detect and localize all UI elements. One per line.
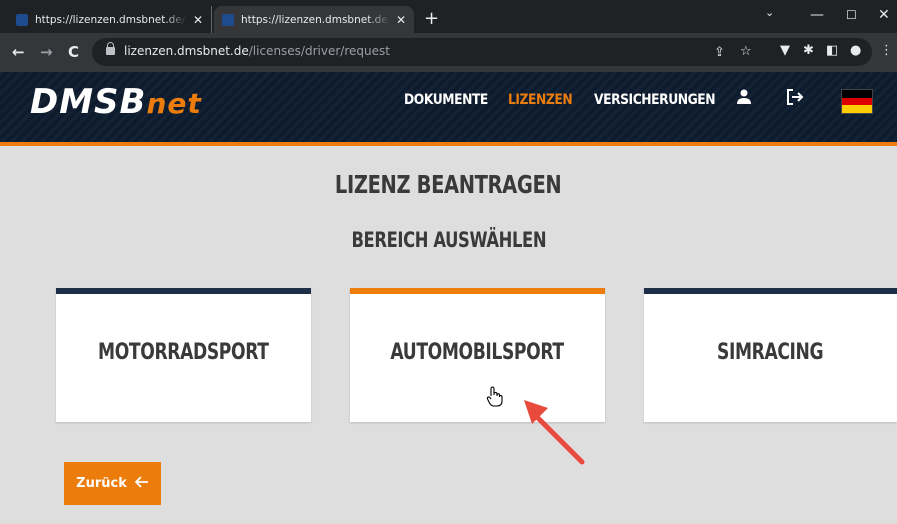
new-tab-icon[interactable]: + <box>424 10 439 28</box>
puzzle-icon[interactable]: ✱ <box>803 43 814 58</box>
maximize-icon[interactable]: ☐ <box>846 8 857 22</box>
nav-lizenzen[interactable]: LIZENZEN <box>508 92 573 108</box>
page-title: LIZENZ BEANTRAGEN <box>335 170 562 199</box>
extension-v-icon[interactable]: ▼ <box>780 43 790 58</box>
browser-tab-1[interactable]: https://lizenzen.dmsbnet.de/licen ✕ <box>8 6 212 33</box>
menu-icon[interactable]: ⋮ <box>880 43 893 58</box>
card-simracing[interactable]: SIMRACING <box>644 288 897 422</box>
share-icon[interactable]: ⇪ <box>714 45 725 60</box>
back-icon[interactable]: ← <box>12 43 25 61</box>
nav-versicherungen[interactable]: VERSICHERUNGEN <box>594 92 716 108</box>
german-flag-icon[interactable] <box>841 89 873 114</box>
annotation-arrow-icon <box>524 400 585 465</box>
bookmark-star-icon[interactable]: ☆ <box>740 44 752 59</box>
close-icon[interactable]: ✕ <box>193 13 203 27</box>
nav-dokumente[interactable]: DOKUMENTE <box>404 92 488 108</box>
url-text: lizenzen.dmsbnet.de/licenses/driver/requ… <box>124 44 390 58</box>
favicon-icon <box>16 13 28 26</box>
card-motorradsport[interactable]: MOTORRADSPORT <box>56 288 311 422</box>
browser-tab-2[interactable]: https://lizenzen.dmsbnet.de/licen ✕ <box>214 6 414 33</box>
lock-icon <box>106 42 115 55</box>
tab-search-icon[interactable]: ⌄ <box>765 6 774 19</box>
logout-icon[interactable] <box>786 89 804 110</box>
card-label: SIMRACING <box>717 340 824 365</box>
card-label: AUTOMOBILSPORT <box>390 340 565 365</box>
sidepanel-icon[interactable]: ◧ <box>826 43 838 58</box>
close-icon[interactable]: ✕ <box>396 13 406 27</box>
browser-tabstrip: https://lizenzen.dmsbnet.de/licen ✕ http… <box>0 0 897 33</box>
page-subtitle: BEREICH AUSWÄHLEN <box>351 228 546 252</box>
minimize-icon[interactable]: — <box>810 7 824 23</box>
close-window-icon[interactable]: ✕ <box>878 7 890 23</box>
user-icon[interactable] <box>737 89 751 110</box>
site-header: DMSBnet DOKUMENTE LIZENZEN VERSICHERUNGE… <box>0 72 897 142</box>
main-content: LIZENZ BEANTRAGEN BEREICH AUSWÄHLEN MOTO… <box>0 146 897 524</box>
address-bar[interactable]: lizenzen.dmsbnet.de/licenses/driver/requ… <box>92 38 872 66</box>
reload-icon[interactable]: C <box>68 43 79 61</box>
site-logo[interactable]: DMSBnet <box>30 82 202 122</box>
browser-toolbar: ← → C lizenzen.dmsbnet.de/licenses/drive… <box>0 33 897 72</box>
back-button-label: Zurück <box>76 476 127 491</box>
forward-icon[interactable]: → <box>40 43 53 61</box>
profile-icon[interactable]: ● <box>850 43 861 58</box>
tab-title: https://lizenzen.dmsbnet.de/licen <box>35 13 187 26</box>
back-button[interactable]: Zurück <box>64 462 161 505</box>
card-label: MOTORRADSPORT <box>98 340 269 365</box>
tab-title: https://lizenzen.dmsbnet.de/licen <box>241 13 390 26</box>
favicon-icon <box>222 13 234 26</box>
arrow-left-icon <box>134 475 149 492</box>
hand-cursor-icon <box>486 386 503 407</box>
